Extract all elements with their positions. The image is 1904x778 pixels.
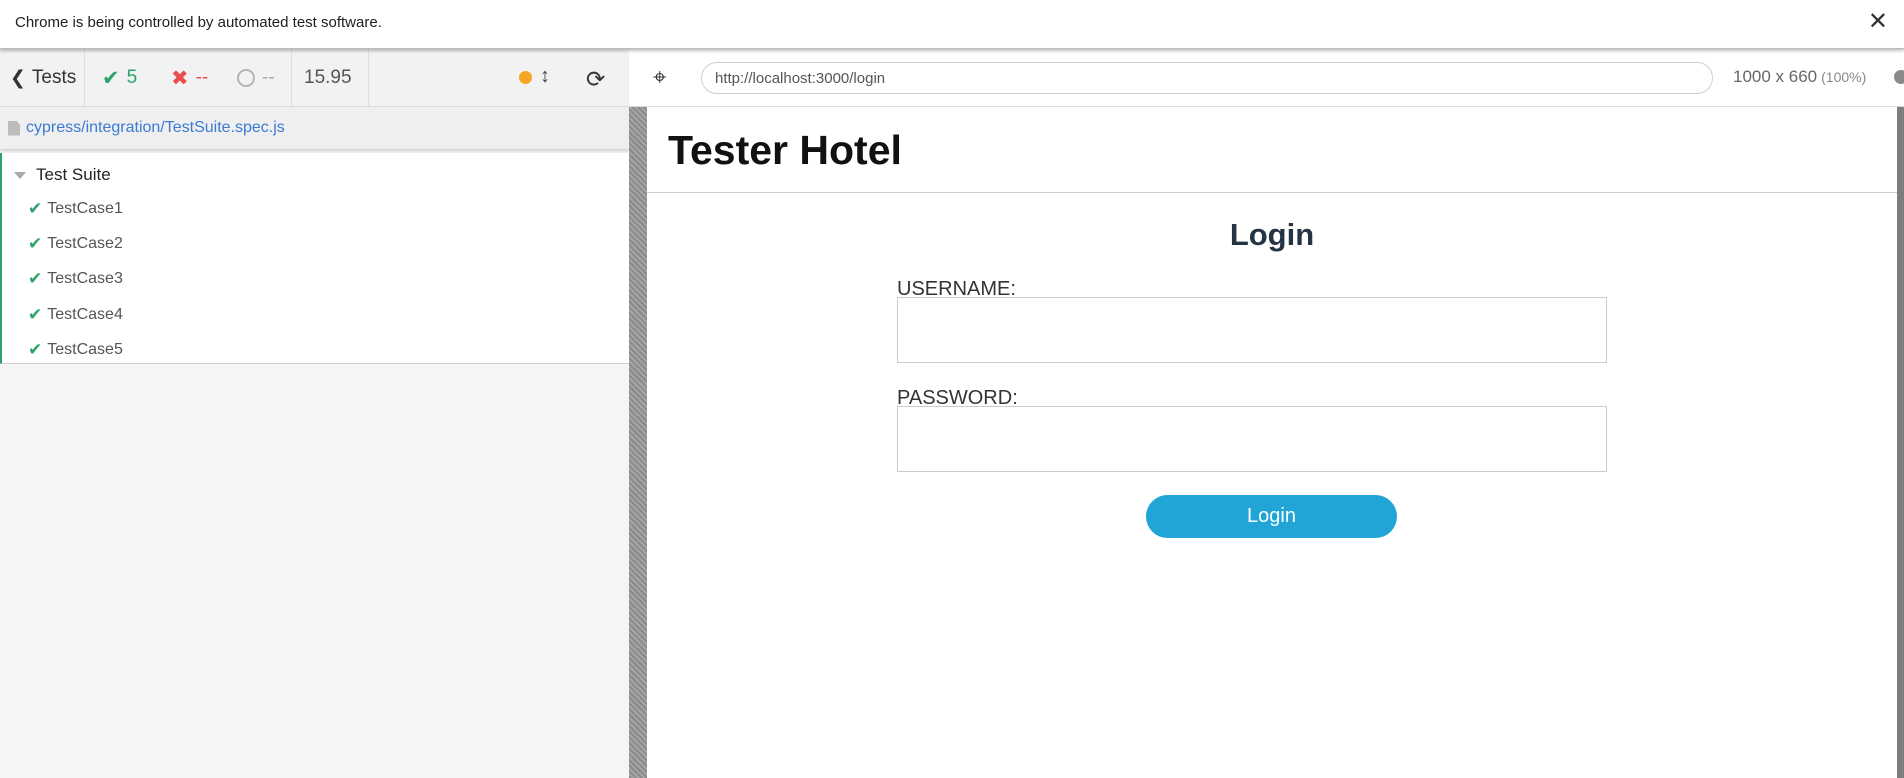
app-frame-border — [1897, 107, 1904, 778]
pending-circle-icon — [237, 69, 255, 87]
passed-stat: ✔ 5 — [102, 49, 137, 107]
check-icon: ✔ — [28, 199, 43, 218]
login-heading: Login — [1229, 217, 1315, 252]
cross-icon: ✖ — [171, 66, 189, 90]
failed-stat: ✖ -- — [171, 49, 208, 107]
close-icon[interactable]: ✕ — [1868, 9, 1888, 35]
username-input[interactable] — [897, 297, 1607, 363]
test-row[interactable]: ✔ TestCase1 — [28, 199, 123, 219]
check-icon: ✔ — [28, 340, 43, 359]
file-icon — [8, 120, 20, 136]
chevron-left-icon: ❮ — [10, 67, 26, 89]
test-row[interactable]: ✔ TestCase5 — [28, 340, 123, 360]
check-icon: ✔ — [28, 305, 43, 324]
test-row[interactable]: ✔ TestCase4 — [28, 305, 123, 325]
viewport-scale: (100%) — [1821, 69, 1867, 85]
test-title: TestCase3 — [47, 270, 123, 287]
tests-label: Tests — [31, 67, 77, 88]
url-field[interactable] — [701, 62, 1713, 94]
suite-title: Test Suite — [36, 165, 111, 184]
test-row[interactable]: ✔ TestCase3 — [28, 269, 123, 289]
divider — [84, 49, 85, 107]
panel-resize-handle[interactable] — [629, 49, 647, 778]
tests-back-button[interactable]: ❮ Tests — [10, 49, 76, 107]
password-input[interactable] — [897, 406, 1607, 472]
duration-stat: 15.95 — [304, 67, 352, 88]
reporter-stats-bar: ❮ Tests ✔ 5 ✖ -- -- 15.95 ↕ ⟳ — [0, 49, 629, 107]
running-indicator-icon — [519, 71, 532, 84]
automation-infobar: Chrome is being controlled by automated … — [0, 0, 1904, 49]
test-row[interactable]: ✔ TestCase2 — [28, 234, 123, 254]
check-icon: ✔ — [28, 269, 43, 288]
check-icon: ✔ — [102, 66, 120, 90]
passed-count: 5 — [126, 67, 138, 88]
divider — [368, 49, 369, 107]
divider — [291, 49, 292, 107]
test-title: TestCase5 — [47, 341, 123, 358]
app-frame: Tester Hotel Login USERNAME: PASSWORD: L… — [647, 107, 1897, 778]
failed-count: -- — [195, 67, 209, 88]
suite-row[interactable]: Test Suite — [14, 165, 111, 185]
automation-notice: Chrome is being controlled by automated … — [15, 14, 382, 31]
test-title: TestCase1 — [47, 200, 123, 217]
runnables-list: Test Suite ✔ TestCase1 ✔ TestCase2 ✔ Tes… — [0, 153, 629, 364]
login-button[interactable]: Login — [1146, 495, 1397, 538]
site-title: Tester Hotel — [668, 127, 902, 173]
site-header: Tester Hotel — [647, 107, 1897, 193]
spec-path-link[interactable]: cypress/integration/TestSuite.spec.js — [26, 119, 285, 137]
pending-count: -- — [262, 67, 275, 88]
viewport-info: 1000 x 660 (100%) — [1733, 67, 1866, 87]
selector-playground-icon[interactable]: ⌖ — [653, 64, 667, 92]
reload-icon[interactable]: ⟳ — [586, 66, 605, 93]
viewport-size: 1000 x 660 — [1733, 67, 1818, 86]
runner-header: ⌖ 1000 x 660(100%) — [629, 49, 1904, 107]
caret-down-icon — [14, 171, 26, 179]
test-title: TestCase4 — [47, 306, 123, 323]
auto-scroll-icon[interactable]: ↕ — [540, 65, 550, 88]
spec-file-bar: cypress/integration/TestSuite.spec.js — [0, 107, 629, 149]
pending-stat: -- — [237, 49, 275, 107]
info-icon[interactable] — [1894, 70, 1904, 84]
test-title: TestCase2 — [47, 235, 123, 252]
check-icon: ✔ — [28, 234, 43, 253]
reporter-panel: ❮ Tests ✔ 5 ✖ -- -- 15.95 ↕ ⟳ cypress/in… — [0, 49, 629, 778]
